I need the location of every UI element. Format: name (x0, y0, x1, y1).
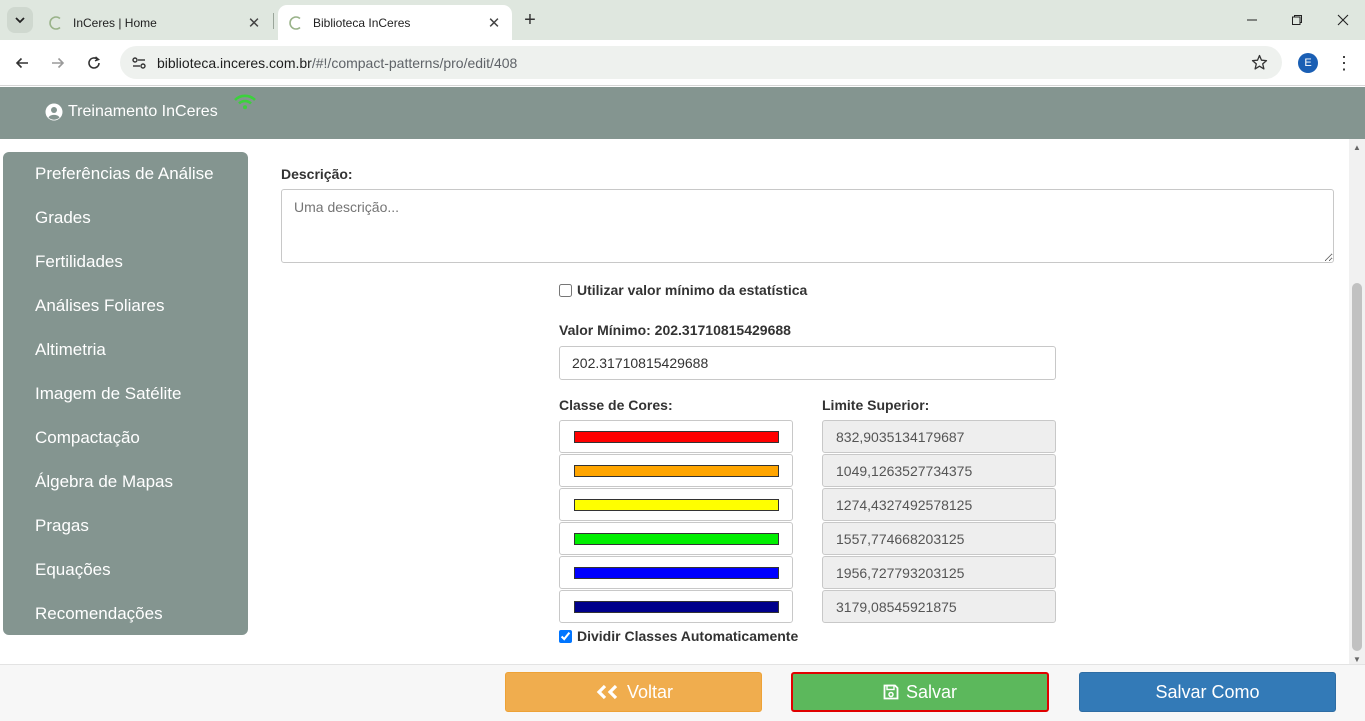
restore-icon[interactable] (1283, 6, 1311, 34)
tab-title: InCeres | Home (73, 15, 157, 30)
browser-menu-icon[interactable]: ⋮ (1333, 51, 1355, 75)
min-value-input[interactable] (559, 346, 1056, 380)
upper-limit-field: 1274,4327492578125 (822, 488, 1056, 521)
color-swatch (574, 601, 779, 613)
address-bar[interactable]: biblioteca.inceres.com.br/#!/compact-pat… (120, 46, 1282, 79)
sidebar-item-imagem-satelite[interactable]: Imagem de Satélite (3, 372, 248, 416)
color-class-picker[interactable] (559, 522, 793, 555)
auto-divide-label: Dividir Classes Automaticamente (577, 628, 799, 644)
user-name: Treinamento InCeres (68, 103, 218, 120)
sidebar-item-compactacao[interactable]: Compactação (3, 416, 248, 460)
browser-tab-strip: InCeres | Home ✕ Biblioteca InCeres ✕ + (0, 0, 1365, 40)
tab-search-button[interactable] (7, 7, 33, 33)
color-class-header: Classe de Cores: (559, 397, 673, 413)
double-chevron-left-icon (594, 684, 620, 700)
scroll-up-arrow-icon[interactable]: ▲ (1352, 142, 1362, 152)
close-icon[interactable]: ✕ (484, 13, 504, 33)
save-as-button[interactable]: Salvar Como (1079, 672, 1336, 712)
browser-toolbar: biblioteca.inceres.com.br/#!/compact-pat… (0, 40, 1365, 86)
sidebar-item-algebra-mapas[interactable]: Álgebra de Mapas (3, 460, 248, 504)
color-class-picker[interactable] (559, 420, 793, 453)
inceres-favicon-icon (289, 15, 301, 30)
url-text: biblioteca.inceres.com.br/#!/compact-pat… (157, 55, 517, 71)
user-circle-icon (45, 103, 63, 121)
url-path: /#!/compact-patterns/pro/edit/408 (311, 54, 518, 71)
sidebar-menu: Preferências de Análise Grades Fertilida… (3, 152, 248, 635)
upper-limit-header: Limite Superior: (822, 397, 930, 413)
wifi-icon (234, 94, 256, 110)
reload-icon[interactable] (80, 49, 108, 77)
color-class-picker[interactable] (559, 454, 793, 487)
color-swatch (574, 465, 779, 477)
upper-limit-field: 3179,08545921875 (822, 590, 1056, 623)
back-button[interactable]: Voltar (505, 672, 762, 712)
site-settings-icon[interactable] (130, 54, 148, 72)
use-min-stat-checkbox[interactable] (559, 283, 572, 297)
upper-limit-field: 1557,774668203125 (822, 522, 1056, 555)
color-swatch (574, 567, 779, 579)
inceres-favicon-icon (49, 15, 61, 30)
tab-title: Biblioteca InCeres (313, 15, 411, 30)
sidebar-item-equacoes[interactable]: Equações (3, 548, 248, 592)
sidebar-item-recomendacoes[interactable]: Recomendações (3, 592, 248, 636)
back-button-label: Voltar (626, 681, 674, 702)
app-header: Treinamento InCeres (0, 87, 1365, 139)
minimize-icon[interactable] (1238, 6, 1266, 34)
description-textarea[interactable] (281, 189, 1334, 263)
description-label: Descrição: (281, 166, 353, 182)
color-swatch (574, 533, 779, 545)
use-min-stat-label: Utilizar valor mínimo da estatística (577, 282, 808, 298)
profile-avatar[interactable]: E (1298, 53, 1318, 73)
color-class-picker[interactable] (559, 488, 793, 521)
sidebar-item-analises-foliares[interactable]: Análises Foliares (3, 284, 248, 328)
upper-limit-field: 1956,727793203125 (822, 556, 1056, 589)
forward-arrow-icon[interactable] (44, 49, 72, 77)
tab-separator (273, 13, 274, 29)
sidebar-item-fertilidades[interactable]: Fertilidades (3, 240, 248, 284)
color-class-picker[interactable] (559, 556, 793, 589)
upper-limit-field: 1049,1263527734375 (822, 454, 1056, 487)
new-tab-plus-icon[interactable]: + (519, 9, 541, 31)
auto-divide-checkbox[interactable] (559, 629, 572, 643)
sidebar-item-grades[interactable]: Grades (3, 196, 248, 240)
close-window-icon[interactable] (1329, 6, 1357, 34)
color-swatch (574, 499, 779, 511)
auto-divide-option[interactable]: Dividir Classes Automaticamente (559, 628, 798, 644)
chevron-down-icon (15, 17, 25, 24)
bookmark-star-icon[interactable] (1251, 54, 1268, 71)
color-swatch (574, 431, 779, 443)
floppy-disk-icon (883, 684, 899, 700)
back-arrow-icon[interactable] (8, 49, 36, 77)
close-icon[interactable]: ✕ (244, 13, 264, 33)
save-as-button-label: Salvar Como (1155, 681, 1260, 702)
color-class-picker[interactable] (559, 590, 793, 623)
min-value-label: Valor Mínimo: 202.31710815429688 (559, 322, 791, 338)
upper-limit-field: 832,9035134179687 (822, 420, 1056, 453)
sidebar-item-altimetria[interactable]: Altimetria (3, 328, 248, 372)
tab-inceres-home[interactable]: InCeres | Home ✕ (38, 5, 272, 40)
save-button-label: Salvar (905, 681, 958, 702)
user-menu[interactable]: Treinamento InCeres (45, 103, 218, 121)
save-button[interactable]: Salvar (791, 672, 1049, 712)
sidebar-item-preferencias-analise[interactable]: Preferências de Análise (3, 152, 248, 196)
scroll-down-arrow-icon[interactable]: ▼ (1352, 654, 1362, 664)
url-host: biblioteca.inceres.com.br (157, 54, 312, 71)
sidebar-item-pragas[interactable]: Pragas (3, 504, 248, 548)
tab-biblioteca-inceres[interactable]: Biblioteca InCeres ✕ (278, 5, 512, 40)
use-min-stat-option[interactable]: Utilizar valor mínimo da estatística (559, 282, 807, 298)
scrollbar-thumb[interactable] (1352, 283, 1362, 651)
